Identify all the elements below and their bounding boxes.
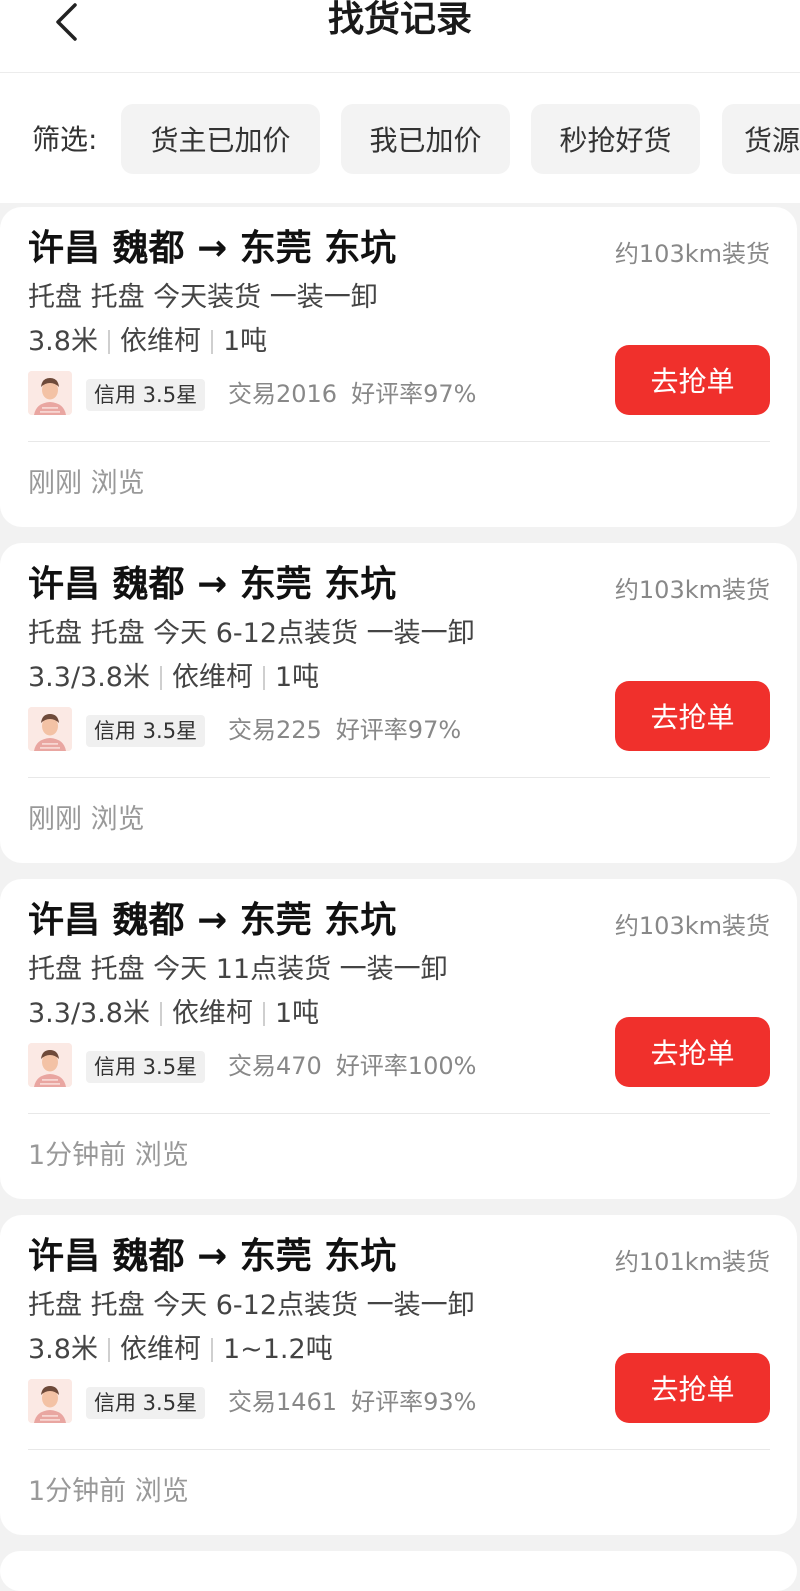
positive-rate: 好评率97% xyxy=(351,380,477,408)
avatar[interactable] xyxy=(28,371,72,415)
route-title: 许昌 魏都 → 东莞 东坑 xyxy=(28,228,397,269)
divider-bar xyxy=(159,666,162,690)
avatar[interactable] xyxy=(28,1379,72,1423)
grab-order-button[interactable]: 去抢单 xyxy=(615,1353,770,1423)
vehicle-type: 依维柯 xyxy=(119,326,201,357)
viewed-time: 1分钟前 浏览 xyxy=(28,1476,189,1507)
filter-label: 筛选: xyxy=(32,123,98,156)
vehicle-type: 依维柯 xyxy=(171,662,253,693)
viewed-time: 刚刚 浏览 xyxy=(28,468,145,499)
filter-chip-i-raised[interactable]: 我已加价 xyxy=(341,104,510,174)
trade-count: 交易2016 xyxy=(228,380,338,408)
vehicle-length: 3.3/3.8米 xyxy=(28,662,150,693)
divider-bar xyxy=(210,1338,213,1362)
user-avatar-icon xyxy=(28,371,72,415)
avatar[interactable] xyxy=(28,707,72,751)
cargo-card[interactable]: 许昌 魏都 → 东莞 东坑 约103km装货 托盘 托盘 今天装货 一装一卸 3… xyxy=(0,207,797,527)
trade-count: 交易225 xyxy=(228,716,322,744)
vehicle-specs: 3.3/3.8米 依维柯 1吨 xyxy=(28,995,319,1033)
trade-count: 交易470 xyxy=(228,1052,322,1080)
credit-badge: 信用 3.5星 xyxy=(86,379,206,411)
positive-rate: 好评率97% xyxy=(335,716,462,744)
grab-order-button[interactable]: 去抢单 xyxy=(615,681,770,751)
grab-order-button[interactable]: 去抢单 xyxy=(615,345,770,415)
divider-bar xyxy=(107,330,110,354)
grab-order-button[interactable]: 去抢单 xyxy=(615,1017,770,1087)
card-divider xyxy=(28,441,770,442)
trade-stats: 交易1461 好评率93% xyxy=(228,1383,476,1421)
divider-bar xyxy=(262,1002,265,1026)
cargo-description: 托盘 托盘 今天装货 一装一卸 xyxy=(28,282,378,313)
trade-count: 交易1461 xyxy=(228,1388,338,1416)
vehicle-length: 3.8米 xyxy=(28,1334,98,1365)
viewed-time: 刚刚 浏览 xyxy=(28,804,145,835)
nav-header: 找货记录 xyxy=(0,0,800,73)
cargo-card-partial[interactable] xyxy=(0,1551,797,1591)
filter-chip-owner-raised[interactable]: 货主已加价 xyxy=(121,104,320,174)
card-divider xyxy=(28,1449,770,1450)
filter-chip-source[interactable]: 货源 xyxy=(722,104,800,174)
page-title: 找货记录 xyxy=(327,0,472,40)
user-avatar-icon xyxy=(28,1379,72,1423)
vehicle-type: 依维柯 xyxy=(171,998,253,1029)
credit-badge: 信用 3.5星 xyxy=(86,715,206,747)
vehicle-specs: 3.8米 依维柯 1吨 xyxy=(28,323,267,361)
credit-badge: 信用 3.5星 xyxy=(86,1051,206,1083)
credit-badge: 信用 3.5星 xyxy=(86,1387,206,1419)
trade-stats: 交易225 好评率97% xyxy=(228,711,461,749)
distance-label: 约101km装货 xyxy=(614,1248,770,1276)
divider-bar xyxy=(159,1002,162,1026)
distance-label: 约103km装货 xyxy=(614,240,770,268)
positive-rate: 好评率100% xyxy=(335,1052,477,1080)
cargo-weight: 1吨 xyxy=(274,662,320,693)
route-title: 许昌 魏都 → 东莞 东坑 xyxy=(28,1236,397,1277)
divider-bar xyxy=(210,330,213,354)
trade-stats: 交易470 好评率100% xyxy=(228,1047,476,1085)
cargo-card[interactable]: 许昌 魏都 → 东莞 东坑 约101km装货 托盘 托盘 今天 6-12点装货 … xyxy=(0,1215,797,1535)
distance-label: 约103km装货 xyxy=(614,576,770,604)
vehicle-length: 3.3/3.8米 xyxy=(28,998,150,1029)
vehicle-length: 3.8米 xyxy=(28,326,98,357)
cargo-weight: 1吨 xyxy=(274,998,320,1029)
route-title: 许昌 魏都 → 东莞 东坑 xyxy=(28,900,397,941)
distance-label: 约103km装货 xyxy=(614,912,770,940)
card-divider xyxy=(28,777,770,778)
trade-stats: 交易2016 好评率97% xyxy=(228,375,476,413)
card-divider xyxy=(28,1113,770,1114)
vehicle-specs: 3.8米 依维柯 1~1.2吨 xyxy=(28,1331,333,1369)
cargo-description: 托盘 托盘 今天 11点装货 一装一卸 xyxy=(28,954,448,985)
divider-bar xyxy=(262,666,265,690)
filter-chip-quick-grab[interactable]: 秒抢好货 xyxy=(531,104,700,174)
avatar[interactable] xyxy=(28,1043,72,1087)
cargo-description: 托盘 托盘 今天 6-12点装货 一装一卸 xyxy=(28,1290,475,1321)
user-avatar-icon xyxy=(28,1043,72,1087)
cargo-card[interactable]: 许昌 魏都 → 东莞 东坑 约103km装货 托盘 托盘 今天 6-12点装货 … xyxy=(0,543,797,863)
cargo-card[interactable]: 许昌 魏都 → 东莞 东坑 约103km装货 托盘 托盘 今天 11点装货 一装… xyxy=(0,879,797,1199)
cargo-description: 托盘 托盘 今天 6-12点装货 一装一卸 xyxy=(28,618,475,649)
positive-rate: 好评率93% xyxy=(351,1388,477,1416)
user-avatar-icon xyxy=(28,707,72,751)
vehicle-specs: 3.3/3.8米 依维柯 1吨 xyxy=(28,659,319,697)
divider-bar xyxy=(107,1338,110,1362)
viewed-time: 1分钟前 浏览 xyxy=(28,1140,189,1171)
cargo-weight: 1吨 xyxy=(222,326,268,357)
route-title: 许昌 魏都 → 东莞 东坑 xyxy=(28,564,397,605)
vehicle-type: 依维柯 xyxy=(119,1334,201,1365)
cargo-weight: 1~1.2吨 xyxy=(222,1334,333,1365)
